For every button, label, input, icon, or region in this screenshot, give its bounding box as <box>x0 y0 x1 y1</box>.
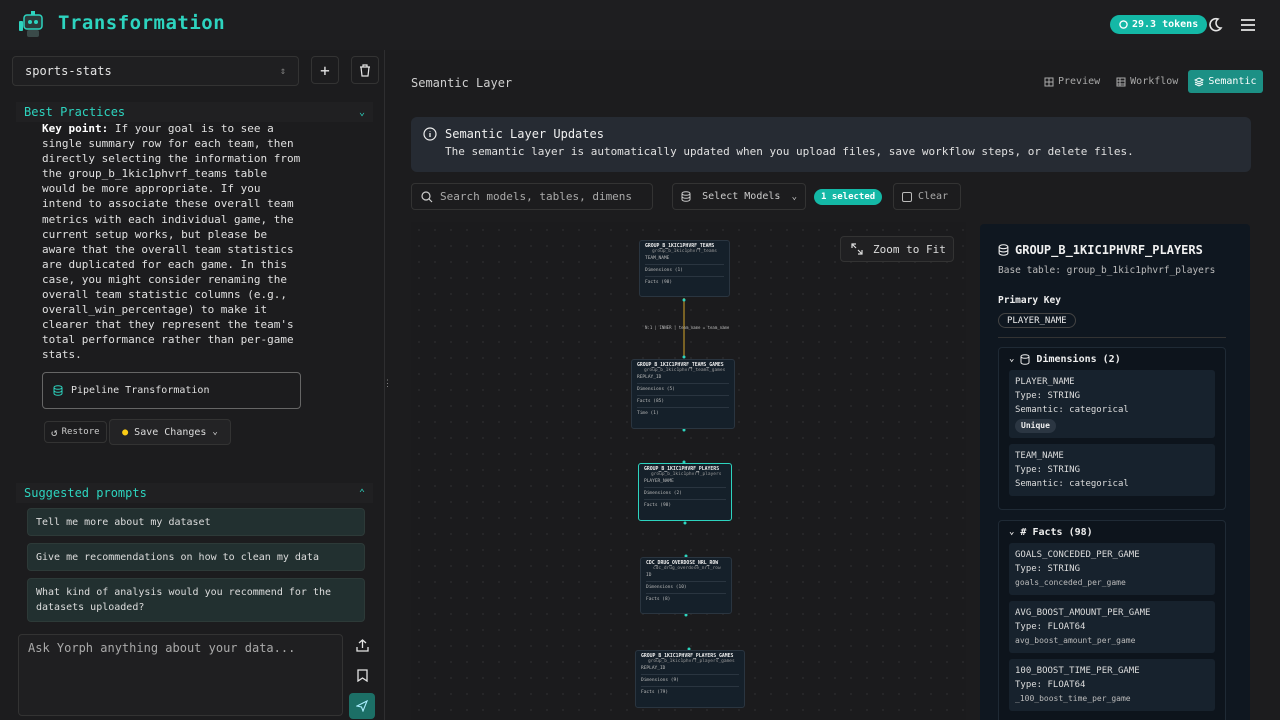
node-subtitle: group_b_1kic1phvrf_teams <box>652 249 718 254</box>
detail-title: GROUP_B_1KIC1PHVRF_PLAYERS <box>998 243 1203 257</box>
fact-type: Type: FLOAT64 <box>1015 622 1086 632</box>
node-key: REPLAY_ID <box>641 666 666 671</box>
dimension-type: Type: STRING <box>1015 465 1081 475</box>
primary-key-label: Primary Key <box>998 295 1061 306</box>
dimensions-title: Dimensions (2) <box>1036 353 1121 365</box>
chevron-down-icon: ⌄ <box>1009 354 1015 364</box>
model-node-players[interactable]: GROUP_B_1KIC1PHVRF_PLAYERS group_b_1kic1… <box>638 463 732 521</box>
fact-item[interactable]: AVG_BOOST_AMOUNT_PER_GAME Type: FLOAT64 … <box>1009 601 1215 653</box>
dimension-name: PLAYER_NAME <box>1015 377 1075 387</box>
node-subtitle: group_b_1kic1phvrf_players <box>651 472 722 477</box>
facts-header[interactable]: ⌄ # Facts (98) <box>999 521 1225 543</box>
hash-icon: # <box>1020 526 1027 538</box>
dimensions-header[interactable]: ⌄ Dimensions (2) <box>999 348 1225 370</box>
primary-key-badge: PLAYER_NAME <box>998 313 1076 328</box>
node-row[interactable]: Dimensions (2) <box>644 487 726 496</box>
fact-name: AVG_BOOST_AMOUNT_PER_GAME <box>1015 608 1151 618</box>
dimensions-section: ⌄ Dimensions (2) PLAYER_NAME Type: STRIN… <box>998 347 1226 510</box>
divider <box>998 337 1226 338</box>
expand-icon <box>851 243 863 255</box>
dimension-semantic: Semantic: categorical <box>1015 479 1129 489</box>
node-key: REPLAY_ID <box>637 375 662 380</box>
detail-title-text: GROUP_B_1KIC1PHVRF_PLAYERS <box>1015 243 1203 257</box>
model-node-players-games[interactable]: GROUP_B_1KIC1PHVRF_PLAYERS_GAMES group_b… <box>635 650 745 708</box>
node-subtitle: cdc_drug_overdose_nrl_row <box>653 566 721 571</box>
fact-name: GOALS_CONCEDED_PER_GAME <box>1015 550 1140 560</box>
node-row[interactable]: Dimensions (9) <box>641 674 739 683</box>
fact-item[interactable]: 100_BOOST_TIME_PER_GAME Type: FLOAT64 _1… <box>1009 659 1215 711</box>
dimension-semantic: Semantic: categorical <box>1015 405 1129 415</box>
fact-column: _100_boost_time_per_game <box>1015 694 1131 703</box>
database-icon <box>998 244 1009 256</box>
unique-badge: Unique <box>1015 419 1056 433</box>
dimension-item[interactable]: TEAM_NAME Type: STRING Semantic: categor… <box>1009 444 1215 496</box>
node-row[interactable]: Facts (79) <box>641 686 739 695</box>
node-key: ID <box>646 573 652 578</box>
facts-section: ⌄ # Facts (98) GOALS_CONCEDED_PER_GAME T… <box>998 520 1226 720</box>
node-subtitle: group_b_1kic1phvrf_teams_games <box>644 368 726 373</box>
node-row[interactable]: Dimensions (10) <box>646 581 726 590</box>
fact-column: avg_boost_amount_per_game <box>1015 636 1136 645</box>
fact-type: Type: FLOAT64 <box>1015 680 1086 690</box>
zoom-label: Zoom to Fit <box>873 242 946 256</box>
node-row[interactable]: Dimensions (1) <box>645 264 724 273</box>
node-row[interactable]: Facts (98) <box>645 276 724 285</box>
fact-name: 100_BOOST_TIME_PER_GAME <box>1015 666 1140 676</box>
database-icon <box>1020 353 1030 365</box>
node-row[interactable]: Facts (98) <box>644 499 726 508</box>
node-key: TEAM_NAME <box>645 256 670 261</box>
chevron-down-icon: ⌄ <box>1009 527 1015 537</box>
edge-label: N:1 | INNER | team_name = team_name <box>645 325 730 330</box>
node-subtitle: group_b_1kic1phvrf_players_games <box>648 659 735 664</box>
dimension-type: Type: STRING <box>1015 391 1081 401</box>
model-node-teams-games[interactable]: GROUP_B_1KIC1PHVRF_TEAMS_GAMES group_b_1… <box>631 359 735 429</box>
zoom-to-fit-button[interactable]: Zoom to Fit <box>840 236 954 262</box>
fact-column: goals_conceded_per_game <box>1015 578 1126 587</box>
base-table: Base table: group_b_1kic1phvrf_players <box>998 265 1216 276</box>
fact-item[interactable]: GOALS_CONCEDED_PER_GAME Type: STRING goa… <box>1009 543 1215 595</box>
facts-title: Facts (98) <box>1032 526 1093 538</box>
node-row[interactable]: Dimensions (5) <box>637 383 729 392</box>
node-key: PLAYER_NAME <box>644 479 674 484</box>
node-row[interactable]: Facts (85) <box>637 395 729 404</box>
model-detail-panel: GROUP_B_1KIC1PHVRF_PLAYERS Base table: g… <box>980 224 1250 720</box>
node-row[interactable]: Time (1) <box>637 407 729 416</box>
dimension-name: TEAM_NAME <box>1015 451 1064 461</box>
node-row[interactable]: Facts (8) <box>646 593 726 602</box>
dimension-item[interactable]: PLAYER_NAME Type: STRING Semantic: categ… <box>1009 370 1215 438</box>
fact-type: Type: STRING <box>1015 564 1081 574</box>
model-node-cdc[interactable]: CDC_DRUG_OVERDOSE_NRL_ROW cdc_drug_overd… <box>640 557 732 614</box>
model-node-teams[interactable]: GROUP_B_1KIC1PHVRF_TEAMS group_b_1kic1ph… <box>639 240 730 297</box>
